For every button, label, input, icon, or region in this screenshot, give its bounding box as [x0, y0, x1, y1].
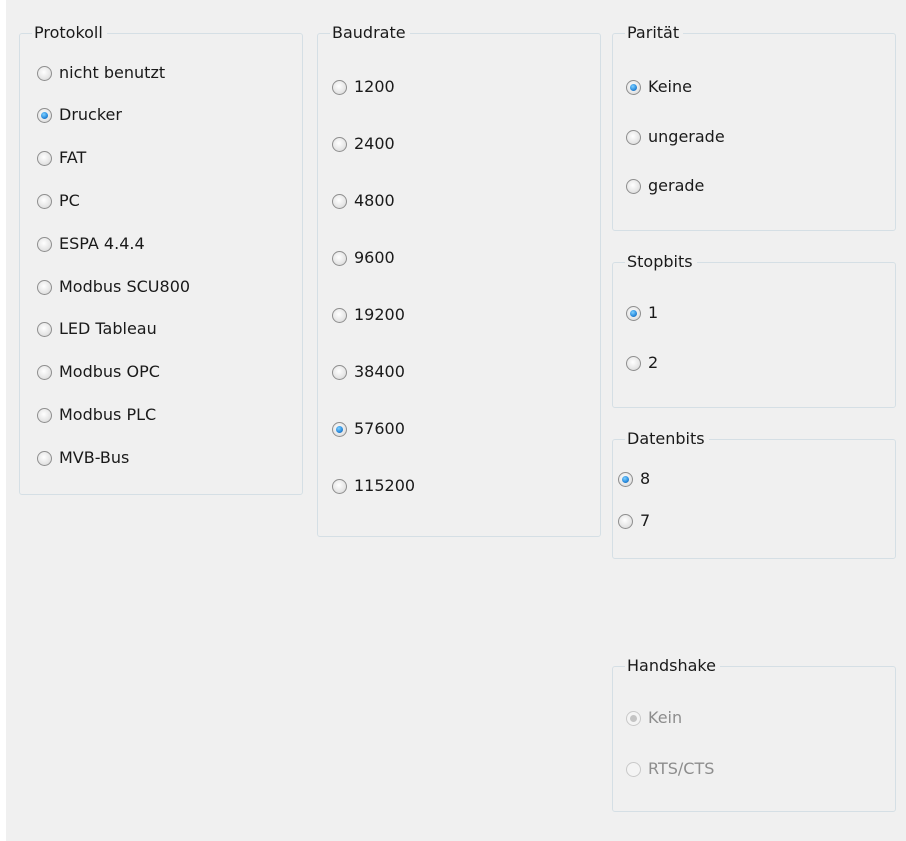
option-label: Kein	[648, 708, 683, 727]
radio-icon[interactable]	[37, 236, 52, 252]
stopbits-group-title: Stopbits	[625, 252, 697, 272]
option-label: 8	[640, 469, 651, 488]
option-label: 19200	[354, 305, 405, 324]
radio-icon[interactable]	[618, 513, 633, 529]
protokoll-option-fat[interactable]: FAT	[37, 147, 86, 169]
radio-icon[interactable]	[626, 178, 641, 194]
baudrate-group-title: Baudrate	[330, 23, 410, 43]
stopbits-option-1[interactable]: 1	[626, 302, 658, 324]
radio-icon[interactable]	[37, 364, 52, 380]
radio-icon	[626, 710, 641, 726]
baudrate-option-19200[interactable]: 19200	[332, 304, 405, 326]
option-label: Modbus PLC	[59, 405, 157, 424]
radio-icon[interactable]	[626, 129, 641, 145]
protokoll-option-modbus-scu800[interactable]: Modbus SCU800	[37, 276, 190, 298]
option-label: 115200	[354, 476, 416, 495]
protokoll-option-drucker[interactable]: Drucker	[37, 104, 122, 126]
protokoll-option-pc[interactable]: PC	[37, 190, 80, 212]
radio-icon[interactable]	[332, 307, 347, 323]
paritaet-group-title: Parität	[625, 23, 684, 43]
option-label: ungerade	[648, 127, 725, 146]
radio-icon[interactable]	[332, 136, 347, 152]
paritaet-option-keine[interactable]: Keine	[626, 76, 692, 98]
option-label: nicht benutzt	[59, 63, 166, 82]
paritaet-option-ungerade[interactable]: ungerade	[626, 126, 725, 148]
option-label: Keine	[648, 77, 692, 96]
radio-icon[interactable]	[332, 421, 347, 437]
protokoll-option-modbus-plc[interactable]: Modbus PLC	[37, 404, 156, 426]
option-label: MVB-Bus	[59, 448, 130, 467]
baudrate-option-115200[interactable]: 115200	[332, 475, 415, 497]
protokoll-option-nicht-benutzt[interactable]: nicht benutzt	[37, 62, 165, 84]
radio-icon[interactable]	[37, 321, 52, 337]
option-label: Modbus SCU800	[59, 277, 191, 296]
protokoll-option-espa[interactable]: ESPA 4.4.4	[37, 233, 145, 255]
radio-icon[interactable]	[332, 79, 347, 95]
radio-icon[interactable]	[626, 305, 641, 321]
baudrate-option-2400[interactable]: 2400	[332, 133, 395, 155]
stopbits-option-2[interactable]: 2	[626, 352, 658, 374]
option-label: 9600	[354, 248, 395, 267]
option-label: 2	[648, 353, 659, 372]
radio-icon[interactable]	[37, 279, 52, 295]
datenbits-option-7[interactable]: 7	[618, 510, 650, 532]
option-label: 4800	[354, 191, 395, 210]
handshake-group-title: Handshake	[625, 656, 720, 676]
baudrate-option-57600[interactable]: 57600	[332, 418, 405, 440]
datenbits-group-title: Datenbits	[625, 429, 709, 449]
radio-icon[interactable]	[332, 478, 347, 494]
option-label: 1	[648, 303, 659, 322]
radio-icon[interactable]	[618, 471, 633, 487]
radio-icon[interactable]	[37, 107, 52, 123]
radio-icon[interactable]	[626, 355, 641, 371]
baudrate-option-1200[interactable]: 1200	[332, 76, 395, 98]
radio-icon	[626, 761, 641, 777]
option-label: 38400	[354, 362, 405, 381]
option-label: ESPA 4.4.4	[59, 234, 145, 253]
handshake-group: Handshake Kein RTS/CTS	[612, 656, 896, 812]
protokoll-option-led-tableau[interactable]: LED Tableau	[37, 318, 157, 340]
radio-icon[interactable]	[37, 407, 52, 423]
protokoll-option-modbus-opc[interactable]: Modbus OPC	[37, 361, 160, 383]
option-label: 57600	[354, 419, 405, 438]
radio-icon[interactable]	[37, 65, 52, 81]
option-label: RTS/CTS	[648, 759, 715, 778]
option-label: PC	[59, 191, 80, 210]
radio-icon[interactable]	[626, 79, 641, 95]
option-label: 7	[640, 511, 651, 530]
radio-icon[interactable]	[37, 193, 52, 209]
datenbits-group: Datenbits 8 7	[612, 429, 896, 559]
protokoll-option-mvb-bus[interactable]: MVB-Bus	[37, 447, 129, 469]
option-label: LED Tableau	[59, 319, 157, 338]
paritaet-group: Parität Keine ungerade gerade	[612, 23, 896, 231]
datenbits-option-8[interactable]: 8	[618, 468, 650, 490]
baudrate-option-9600[interactable]: 9600	[332, 247, 395, 269]
settings-panel: Protokoll nicht benutzt Drucker FAT PC E…	[6, 0, 906, 841]
option-label: 2400	[354, 134, 395, 153]
stopbits-group: Stopbits 1 2	[612, 252, 896, 408]
baudrate-option-4800[interactable]: 4800	[332, 190, 395, 212]
handshake-option-rts-cts: RTS/CTS	[626, 758, 714, 780]
protokoll-group: Protokoll nicht benutzt Drucker FAT PC E…	[19, 23, 303, 495]
option-label: gerade	[648, 176, 705, 195]
option-label: Modbus OPC	[59, 362, 160, 381]
radio-icon[interactable]	[37, 450, 52, 466]
protokoll-group-title: Protokoll	[32, 23, 107, 43]
option-label: Drucker	[59, 105, 122, 124]
radio-icon[interactable]	[332, 193, 347, 209]
option-label: 1200	[354, 77, 395, 96]
baudrate-option-38400[interactable]: 38400	[332, 361, 405, 383]
paritaet-option-gerade[interactable]: gerade	[626, 175, 704, 197]
baudrate-group: Baudrate 1200 2400 4800 9600 19200 38400…	[317, 23, 601, 537]
radio-icon[interactable]	[332, 250, 347, 266]
option-label: FAT	[59, 148, 87, 167]
radio-icon[interactable]	[37, 150, 52, 166]
handshake-option-kein: Kein	[626, 707, 682, 729]
radio-icon[interactable]	[332, 364, 347, 380]
